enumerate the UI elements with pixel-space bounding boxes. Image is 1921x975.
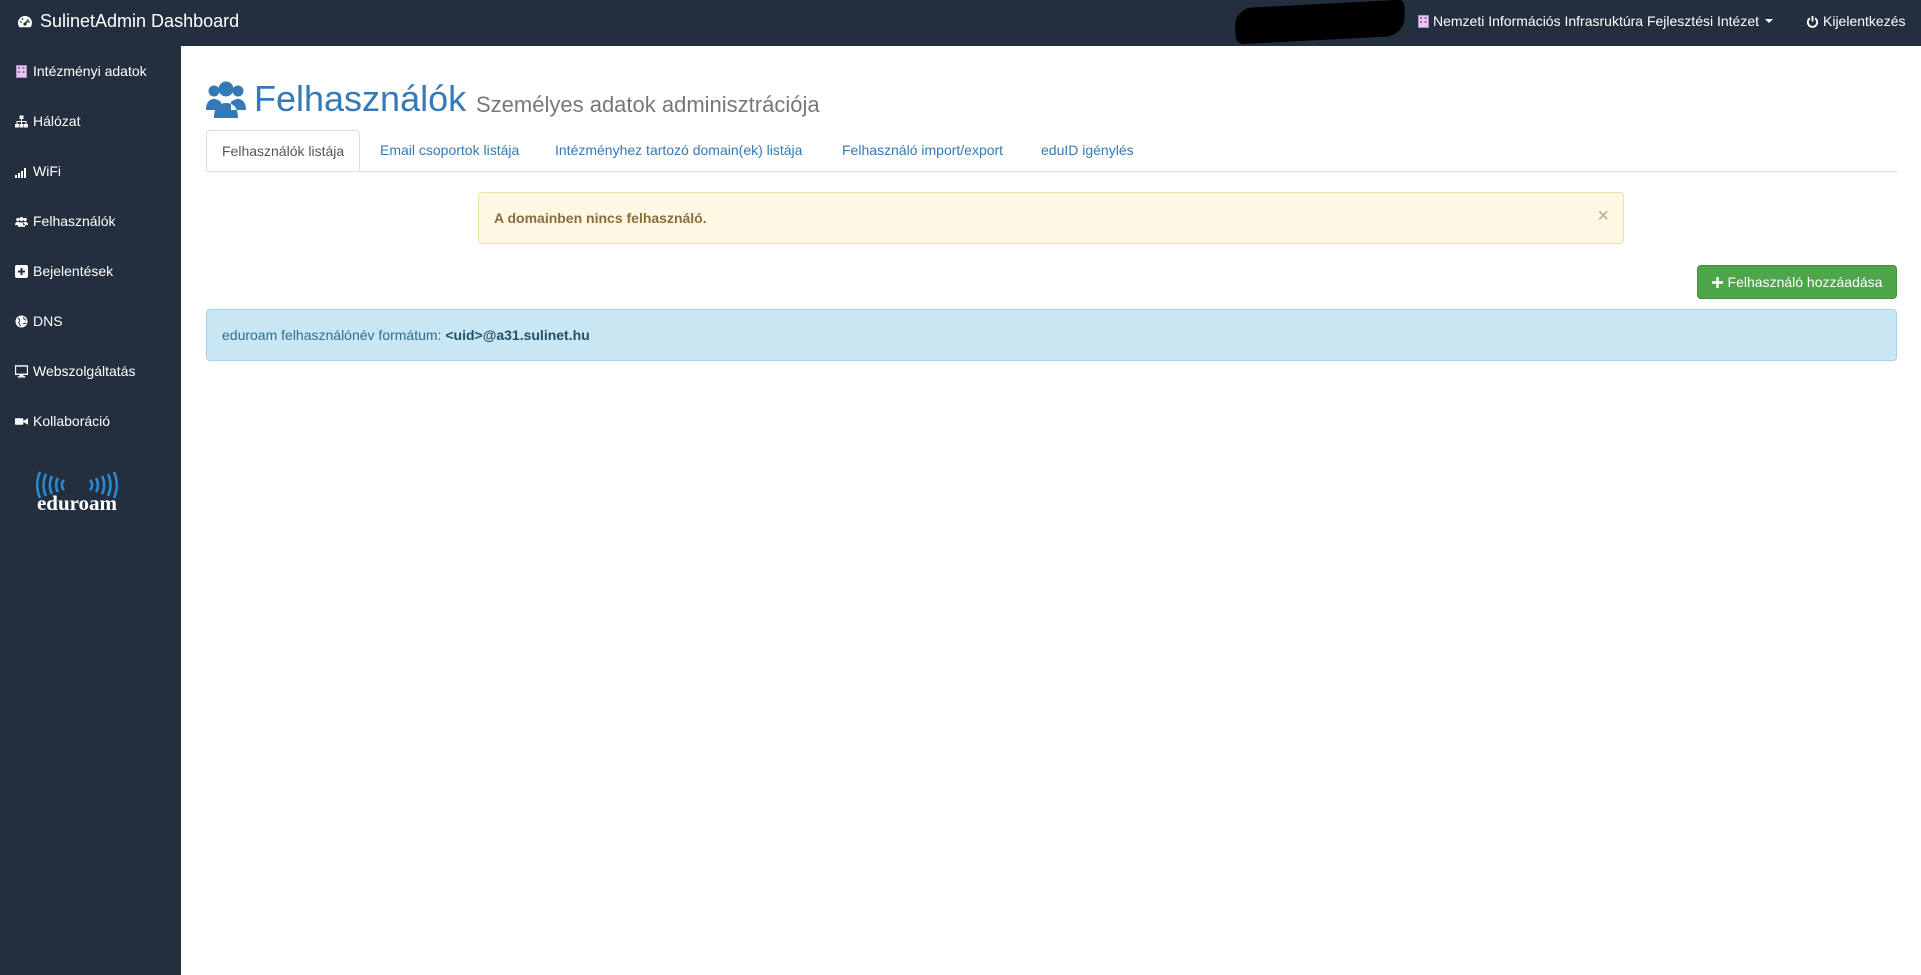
eduroam-logo-text: eduroam bbox=[37, 491, 118, 515]
logout-label: Kijelentkezés bbox=[1823, 13, 1906, 29]
tab-eduid-igenyles[interactable]: eduID igénylés bbox=[1041, 130, 1134, 170]
sidebar-item-dns[interactable]: DNS bbox=[15, 313, 63, 329]
sidebar-item-kollaboracio[interactable]: Kollaboráció bbox=[15, 413, 110, 429]
globe-icon bbox=[15, 315, 28, 327]
redacted-user bbox=[1234, 0, 1406, 45]
sidebar-item-label: Intézményi adatok bbox=[33, 63, 147, 79]
video-camera-icon bbox=[15, 417, 28, 425]
sitemap-icon bbox=[15, 115, 28, 127]
sidebar-item-label: DNS bbox=[33, 313, 63, 329]
dashboard-icon bbox=[18, 15, 32, 27]
info-prefix: eduroam felhasználónév formátum: bbox=[222, 327, 442, 343]
sidebar-item-label: Felhasználók bbox=[33, 213, 116, 229]
users-icon bbox=[206, 81, 246, 118]
tab-felhasznalok-listaja[interactable]: Felhasználók listája bbox=[206, 130, 361, 171]
add-user-label: Felhasználó hozzáadása bbox=[1727, 274, 1883, 290]
page: SulinetAdmin Dashboard Nemzeti Informáci… bbox=[0, 0, 1921, 975]
page-subtitle: Személyes adatok adminisztrációja bbox=[476, 92, 820, 117]
username-format: <uid>@a31.sulinet.hu bbox=[445, 327, 590, 343]
org-dropdown[interactable]: Nemzeti Információs Infrasruktúra Fejles… bbox=[1418, 13, 1774, 29]
building-icon bbox=[16, 64, 27, 78]
sidebar-item-webszolgaltatas[interactable]: Webszolgáltatás bbox=[15, 363, 135, 379]
users-icon bbox=[15, 216, 28, 227]
org-name: Nemzeti Információs Infrasruktúra Fejles… bbox=[1433, 13, 1760, 29]
sidebar-item-label: Hálózat bbox=[33, 113, 81, 129]
sidebar-item-label: Kollaboráció bbox=[33, 413, 111, 429]
monitor-icon bbox=[15, 364, 28, 378]
brand-title: SulinetAdmin Dashboard bbox=[40, 11, 240, 31]
caret-down-icon bbox=[1765, 19, 1774, 23]
power-icon bbox=[1806, 15, 1819, 28]
logout-button[interactable]: Kijelentkezés bbox=[1806, 13, 1906, 29]
info-text: eduroam felhasználónév formátum: <uid>@a… bbox=[222, 327, 590, 343]
brand-link[interactable]: SulinetAdmin Dashboard bbox=[16, 11, 239, 32]
building-icon bbox=[1418, 14, 1429, 28]
sidebar-item-label: Webszolgáltatás bbox=[33, 363, 136, 379]
sidebar-item-felhasznalok[interactable]: Felhasználók bbox=[15, 213, 116, 229]
sidebar-item-bejelentesek[interactable]: Bejelentések bbox=[15, 263, 113, 279]
top-navbar: SulinetAdmin Dashboard Nemzeti Informáci… bbox=[0, 0, 1921, 46]
no-users-alert: A domainben nincs felhasználó. × bbox=[478, 192, 1624, 244]
eduroam-logo: eduroam bbox=[35, 471, 119, 515]
page-title: Felhasználók bbox=[254, 78, 467, 119]
sidebar-item-halozat[interactable]: Hálózat bbox=[15, 113, 80, 129]
signal-icon bbox=[15, 167, 26, 178]
tab-email-csoportok[interactable]: Email csoportok listája bbox=[380, 130, 519, 170]
plus-icon bbox=[1711, 276, 1723, 288]
sidebar-item-label: Bejelentések bbox=[33, 263, 114, 279]
sidebar-item-intezmenyi-adatok[interactable]: Intézményi adatok bbox=[15, 63, 147, 79]
tab-import-export[interactable]: Felhasználó import/export bbox=[842, 130, 1003, 170]
add-user-button[interactable]: Felhasználó hozzáadása bbox=[1697, 265, 1897, 299]
sidebar-item-label: WiFi bbox=[33, 163, 61, 179]
sidebar: Intézményi adatok Hálózat WiFi Felhaszná… bbox=[0, 46, 181, 975]
tabs-divider bbox=[206, 171, 1897, 172]
alert-message: A domainben nincs felhasználó. bbox=[494, 210, 707, 226]
plus-square-icon bbox=[15, 264, 28, 278]
eduroam-format-info: eduroam felhasználónév formátum: <uid>@a… bbox=[206, 309, 1897, 361]
close-icon[interactable]: × bbox=[1597, 206, 1609, 226]
sidebar-item-wifi[interactable]: WiFi bbox=[15, 163, 61, 179]
tab-domainek-listaja[interactable]: Intézményhez tartozó domain(ek) listája bbox=[555, 130, 802, 170]
